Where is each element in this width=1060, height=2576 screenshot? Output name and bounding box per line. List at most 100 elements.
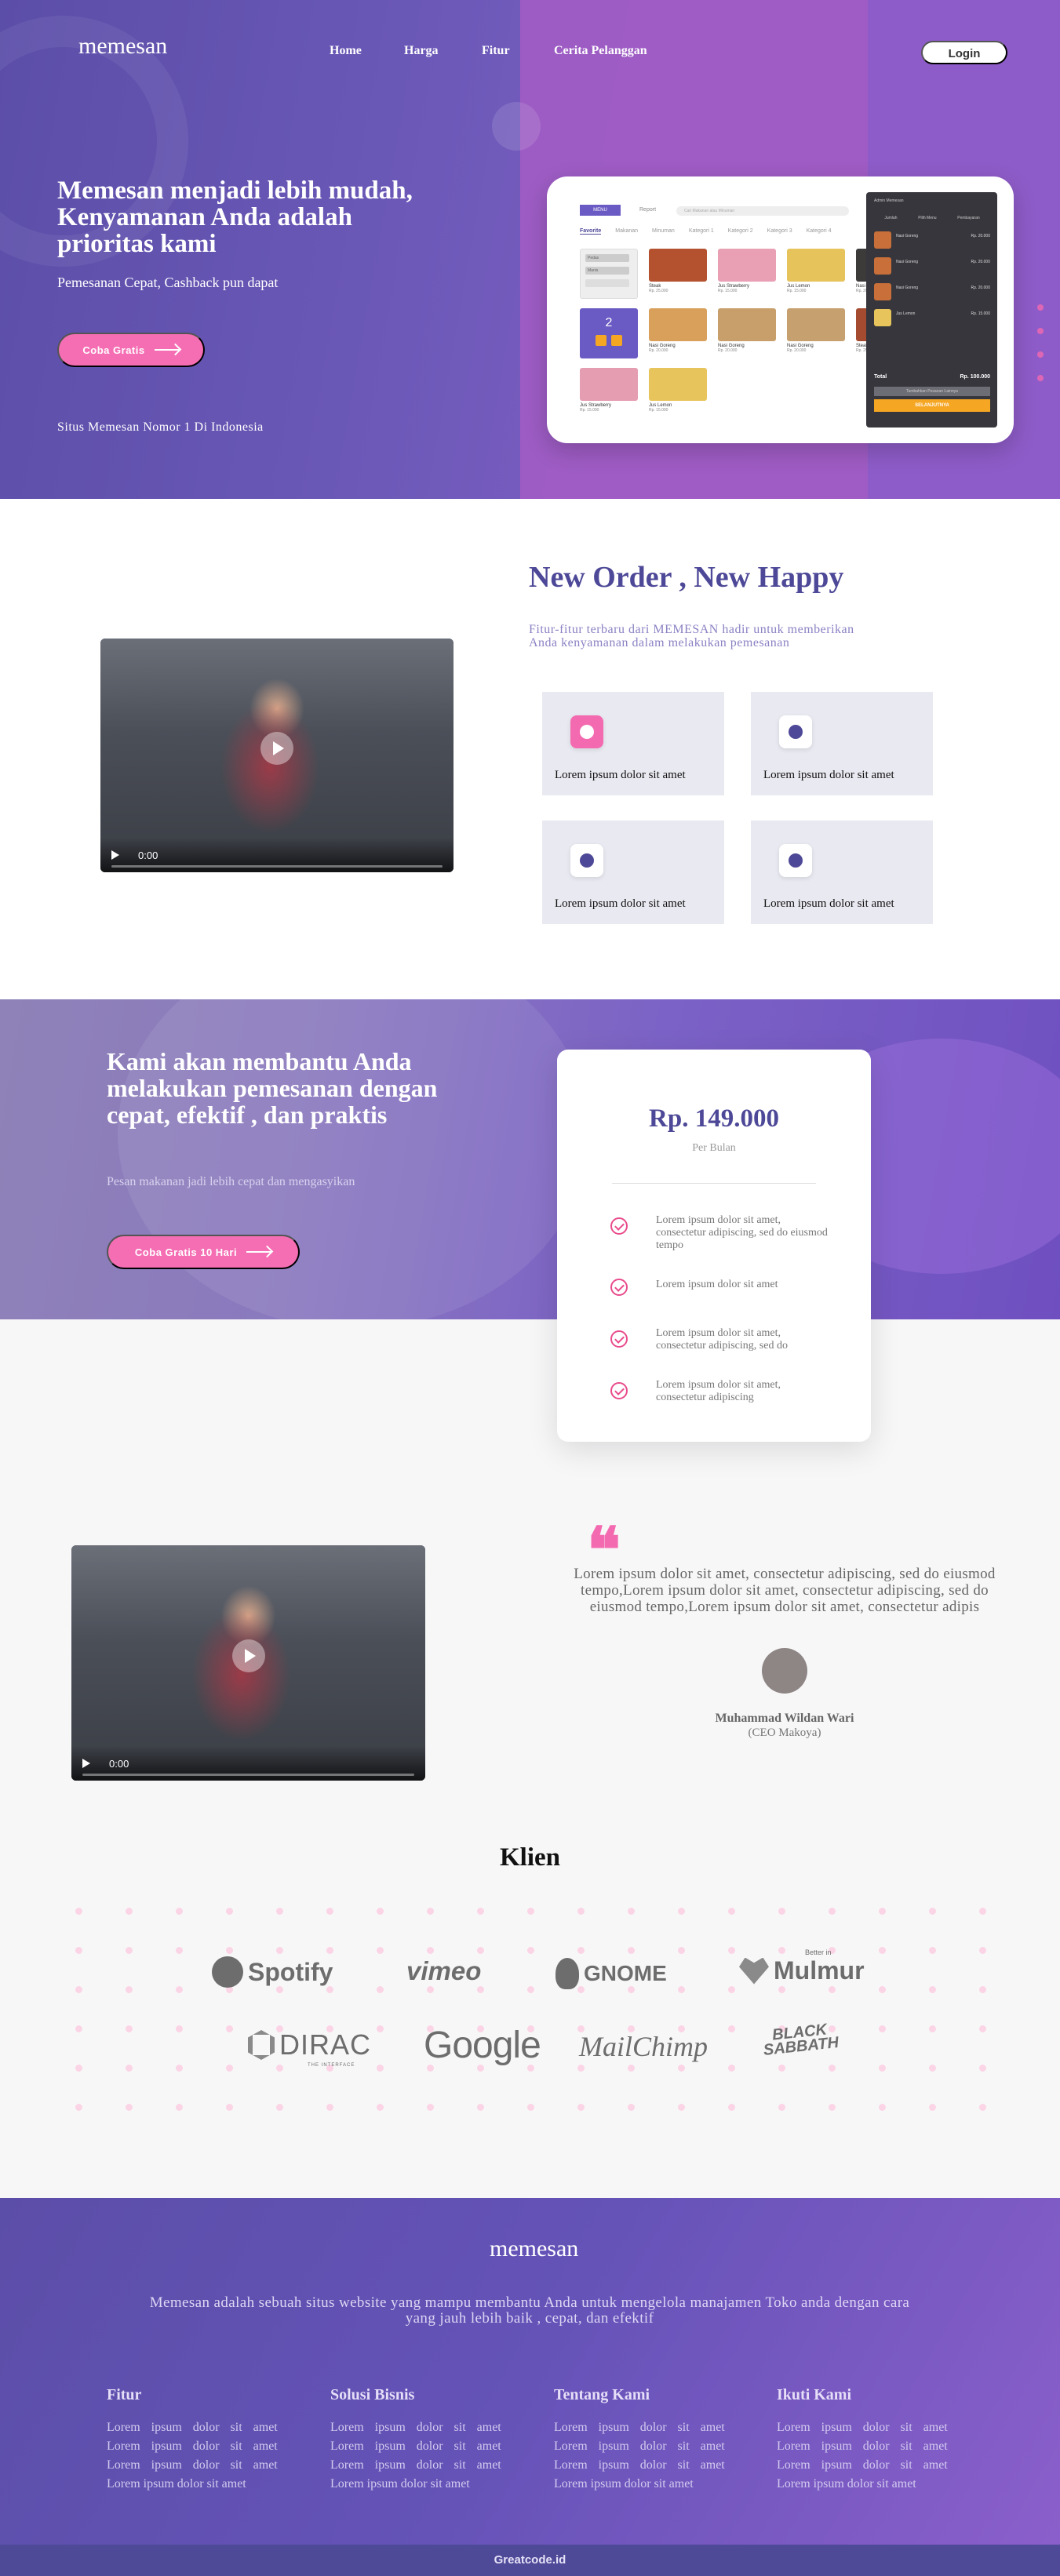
feature-icon [570,844,603,877]
footer-link[interactable]: Lorem ipsum dolor sit amet [554,2475,734,2494]
footer-column-title: Ikuti Kami [777,2386,852,2403]
decor-dot [929,1986,936,1993]
hero-subtitle: Pemesanan Cepat, Cashback pun dapat [57,275,279,290]
client-logo-gnome: GNOME [555,1958,667,1989]
decor-dot [929,2104,936,2111]
pricing-title: Kami akan membantu Anda melakukan pemesa… [107,1047,438,1129]
plus-icon [611,335,622,346]
mockup-order-name: Jus Lemon [896,311,916,316]
decor-dot [477,1986,484,1993]
footer-link[interactable]: Lorem ipsum dolor sit amet [554,2437,734,2456]
footer-link[interactable]: Lorem ipsum dolor sit amet [107,2437,287,2456]
video-time: 0:00 [138,850,158,861]
divider [612,1183,816,1184]
decor-dot [979,1947,986,1954]
price-feature-text: Lorem ipsum dolor sit amet, consectetur … [656,1214,828,1251]
testimonial-video-player[interactable]: 0:00 [71,1545,425,1781]
client-logo-text: DIRAC [279,2028,372,2061]
mockup-filter: Manis [585,267,629,275]
decor-dot [226,2065,233,2072]
mockup-item: Jus Lemon Rp. 15.000 [787,249,845,308]
check-icon [610,1217,628,1235]
mockup-category: Kategori 1 [688,228,714,234]
features-title: New Order , New Happy [529,561,844,594]
play-icon[interactable] [231,1639,265,1672]
trial-cta-button[interactable]: Coba Gratis 10 Hari [107,1235,300,1269]
decor-dot [979,2104,986,2111]
mockup-order-name: Nasi Goreng [896,286,919,290]
mockup-filter-stepper [585,279,629,287]
decor-dot [226,1908,233,1915]
mockup-category: Minuman [652,228,675,234]
footer-link[interactable]: Lorem ipsum dolor sit amet [777,2475,957,2494]
decor-dot [879,1986,886,1993]
video-player[interactable]: 0:00 [100,639,454,872]
testimonial-role: (CEO Makoya) [748,1726,821,1739]
feature-card: Lorem ipsum dolor sit amet [542,692,724,795]
feature-icon [570,715,603,748]
footer-description: Memesan adalah sebuah situs website yang… [149,2294,910,2327]
video-progress[interactable] [111,865,443,868]
decor-dot [75,1986,82,1993]
play-icon[interactable] [260,732,293,765]
video-progress[interactable] [82,1774,414,1776]
footer-link[interactable]: Lorem ipsum dolor sit amet [330,2418,511,2437]
footer-link[interactable]: Lorem ipsum dolor sit amet [107,2475,287,2494]
check-icon [610,1279,628,1296]
client-logo-text: Spotify [248,1957,333,1986]
nav-cerita-pelanggan[interactable]: Cerita Pelanggan [554,44,647,58]
client-logo-google: Google [424,2024,541,2067]
decor-dot [879,2104,886,2111]
decor-dot [276,1908,283,1915]
decor-dot [276,2065,283,2072]
logo-text: memesan [78,33,168,59]
footer-column-title: Fitur [107,2386,142,2403]
mockup-total-value: Rp. 100.000 [960,374,990,380]
video-time: 0:00 [109,1758,129,1770]
footer-link[interactable]: Lorem ipsum dolor sit amet [107,2418,287,2437]
footer-link[interactable]: Lorem ipsum dolor sit amet [330,2437,511,2456]
footer-link[interactable]: Lorem ipsum dolor sit amet [554,2418,734,2437]
play-small-icon[interactable] [82,1759,90,1768]
decor-dot [879,1908,886,1915]
mockup-item-image [580,368,638,401]
client-logo-text: Mulmur [774,1956,865,1985]
mockup-item: Jus Lemon Rp. 15.000 [649,368,707,428]
decor-dot [829,2104,836,2111]
logo[interactable]: memesan [75,33,168,60]
login-button[interactable]: Login [921,41,1007,64]
decor-dot [628,1908,635,1915]
client-logo-mulmur: Better in Mulmur [739,1948,865,1985]
decor-dot [377,1986,384,1993]
client-logo-spotify: Spotify [212,1956,333,1988]
decor-dot [929,1947,936,1954]
decor-dot [75,2104,82,2111]
footer-link[interactable]: Lorem ipsum dolor sit amet [777,2437,957,2456]
footer-link[interactable]: Lorem ipsum dolor sit amet [107,2456,287,2475]
mockup-item-price: Rp. 15.000 [649,408,668,413]
footer-link[interactable]: Lorem ipsum dolor sit amet [330,2475,511,2494]
decor-dot [176,1947,183,1954]
decor-dot [577,2065,585,2072]
footer-link[interactable]: Lorem ipsum dolor sit amet [554,2456,734,2475]
play-small-icon[interactable] [111,850,119,860]
decor-dot [527,2104,534,2111]
decor-dot [377,2025,384,2032]
footer-column-solusi-bisnis: Solusi Bisnis Lorem ipsum dolor sit amet… [330,2386,511,2494]
decor-dot [929,2025,936,2032]
mulmur-wordmark: Better in Mulmur [774,1948,865,1985]
decor-dot [176,1908,183,1915]
mockup-item-price: Rp. 15.000 [580,408,599,413]
nav-harga[interactable]: Harga [404,44,439,58]
footer-logo[interactable]: memesan [486,2236,578,2262]
footer-link[interactable]: Lorem ipsum dolor sit amet [330,2456,511,2475]
nav-home[interactable]: Home [330,44,362,58]
hero-cta-button[interactable]: Coba Gratis [57,333,205,367]
decor-dot [728,1908,735,1915]
mockup-item-price: Rp. 20.000 [649,348,668,353]
footer-link[interactable]: Lorem ipsum dolor sit amet [777,2418,957,2437]
mockup-order-row: Nasi Goreng Rp. 20.000 [874,257,990,276]
nav-fitur[interactable]: Fitur [482,44,510,58]
footer-link[interactable]: Lorem ipsum dolor sit amet [777,2456,957,2475]
mockup-item-price: Rp. 15.000 [787,289,807,293]
